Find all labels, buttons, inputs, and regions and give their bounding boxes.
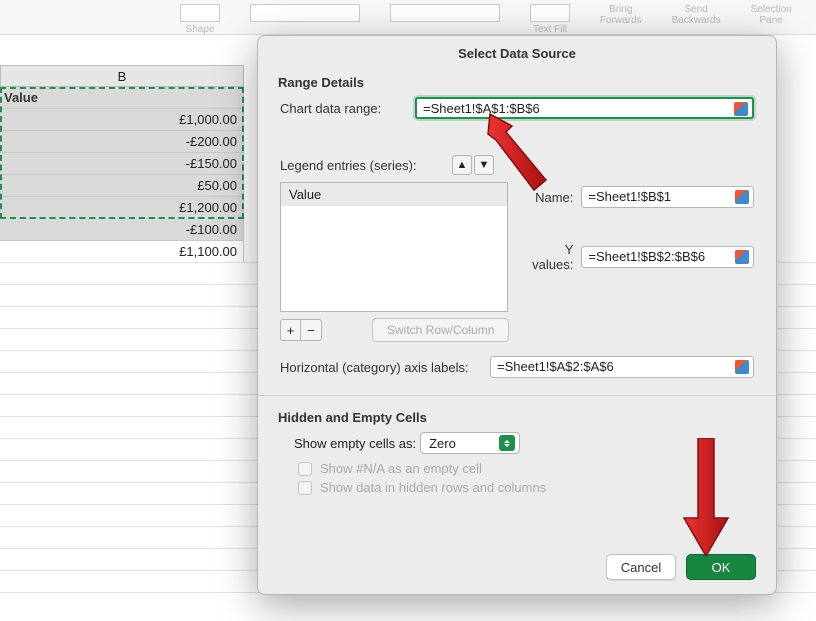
ribbon-box1[interactable]: [250, 0, 360, 24]
checkbox-icon: [298, 481, 312, 495]
legend-entries-label: Legend entries (series):: [280, 158, 450, 173]
cell-b4[interactable]: -£150.00: [0, 153, 244, 175]
range-picker-icon[interactable]: [735, 360, 749, 374]
cell-b5[interactable]: £50.00: [0, 175, 244, 197]
series-name-label: Name:: [521, 190, 581, 205]
divider: [258, 395, 776, 396]
chart-data-range-value: =Sheet1!$A$1:$B$6: [423, 101, 540, 116]
range-picker-icon[interactable]: [735, 190, 749, 204]
range-picker-icon[interactable]: [735, 250, 749, 264]
cell-header[interactable]: Value: [0, 87, 244, 109]
chart-data-range-label: Chart data range:: [280, 101, 415, 116]
axis-labels-input[interactable]: =Sheet1!$A$2:$A$6: [490, 356, 754, 378]
ribbon-text-fill[interactable]: Text Fill: [530, 0, 570, 35]
column-header-b[interactable]: B: [0, 65, 244, 87]
series-name-input[interactable]: =Sheet1!$B$1: [581, 186, 754, 208]
show-empty-value: Zero: [429, 436, 456, 451]
series-move-down-button[interactable]: ▼: [474, 155, 494, 175]
ok-button[interactable]: OK: [686, 554, 756, 580]
ribbon-selection-pane[interactable]: SelectionPane: [751, 0, 792, 26]
y-values-value: =Sheet1!$B$2:$B$6: [588, 249, 705, 264]
y-values-label: Y values:: [521, 242, 581, 272]
chart-data-range-input[interactable]: =Sheet1!$A$1:$B$6: [415, 97, 754, 119]
cell-b6[interactable]: £1,200.00: [0, 197, 244, 219]
series-listbox[interactable]: Value: [280, 182, 508, 312]
series-item-value[interactable]: Value: [281, 183, 507, 206]
series-add-button[interactable]: +: [281, 320, 301, 340]
cell-b3[interactable]: -£200.00: [0, 131, 244, 153]
show-na-label: Show #N/A as an empty cell: [320, 461, 482, 476]
range-picker-icon[interactable]: [734, 102, 748, 116]
chevron-updown-icon: [499, 435, 515, 451]
checkbox-icon: [298, 462, 312, 476]
show-na-checkbox: Show #N/A as an empty cell: [258, 457, 776, 476]
series-remove-button[interactable]: −: [301, 320, 321, 340]
series-name-value: =Sheet1!$B$1: [588, 189, 671, 204]
select-data-source-dialog: Select Data Source Range Details Chart d…: [257, 35, 777, 595]
series-add-remove: + −: [280, 319, 322, 341]
cell-b7[interactable]: -£100.00: [0, 219, 244, 241]
cell-b2[interactable]: £1,000.00: [0, 109, 244, 131]
series-move-up-button[interactable]: ▲: [452, 155, 472, 175]
switch-row-column-button[interactable]: Switch Row/Column: [372, 318, 509, 342]
ribbon-box2[interactable]: [390, 0, 500, 24]
axis-labels-value: =Sheet1!$A$2:$A$6: [497, 359, 614, 374]
show-empty-select[interactable]: Zero: [420, 432, 520, 454]
axis-labels-label: Horizontal (category) axis labels:: [280, 360, 490, 375]
show-empty-label: Show empty cells as:: [294, 436, 416, 451]
show-hidden-label: Show data in hidden rows and columns: [320, 480, 546, 495]
dialog-title: Select Data Source: [258, 36, 776, 69]
range-details-heading: Range Details: [258, 69, 776, 94]
hidden-empty-heading: Hidden and Empty Cells: [258, 404, 776, 429]
cells: Value £1,000.00 -£200.00 -£150.00 £50.00…: [0, 87, 244, 263]
y-values-input[interactable]: =Sheet1!$B$2:$B$6: [581, 246, 754, 268]
ribbon-send-backwards[interactable]: SendBackwards: [672, 0, 721, 26]
show-hidden-checkbox: Show data in hidden rows and columns: [258, 476, 776, 495]
ribbon-bring-forwards[interactable]: BringForwards: [600, 0, 642, 26]
cancel-button[interactable]: Cancel: [606, 554, 676, 580]
ribbon: ShapeFill Text Fill BringForwards SendBa…: [0, 0, 816, 35]
